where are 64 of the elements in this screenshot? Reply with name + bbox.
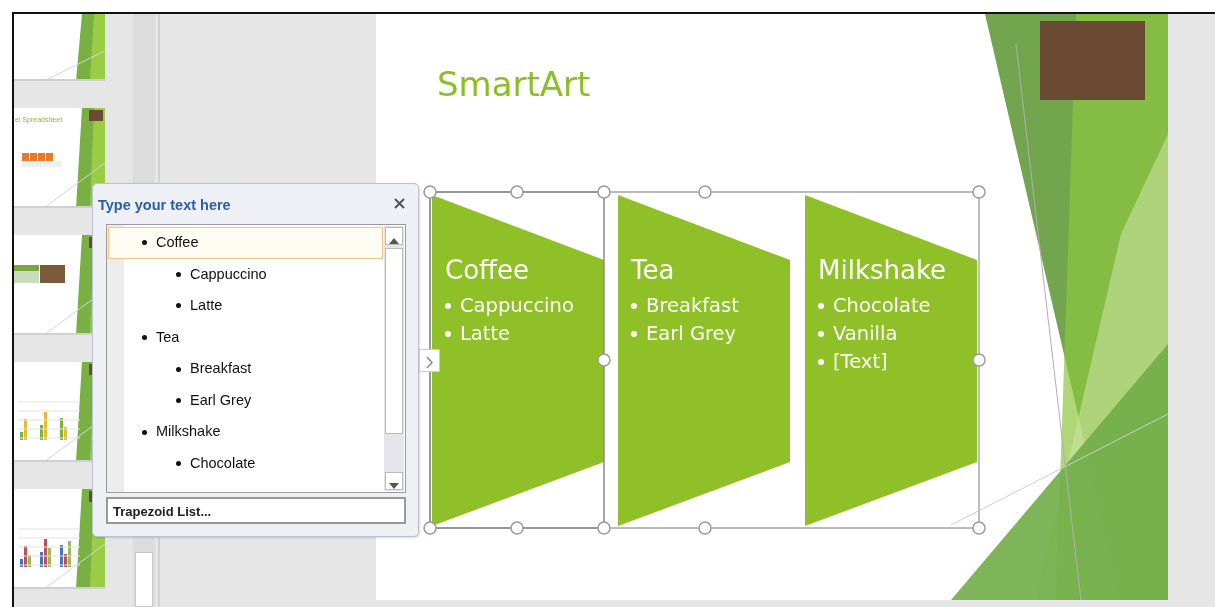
- outline-text: Chocolate: [190, 454, 256, 474]
- outline-item[interactable]: Earl Grey: [108, 384, 383, 417]
- bullet-icon: [142, 240, 147, 246]
- resize-handle[interactable]: [698, 521, 712, 535]
- outline-text: Latte: [190, 296, 223, 316]
- shape-bullet-text: Breakfast: [646, 292, 739, 319]
- outline-item[interactable]: Breakfast: [108, 353, 383, 385]
- trapezoid-shape[interactable]: [618, 195, 790, 526]
- bullet-icon: [631, 302, 637, 309]
- outline-item[interactable]: Chocolate: [108, 448, 383, 480]
- bullet-icon: [818, 358, 824, 365]
- bullet-icon: [445, 330, 451, 337]
- resize-handle[interactable]: [698, 185, 712, 199]
- resize-handle[interactable]: [972, 521, 986, 535]
- scroll-up-button[interactable]: [385, 227, 403, 245]
- outline-text: Cappuccino: [190, 264, 267, 284]
- outline-item[interactable]: Tea: [108, 321, 383, 354]
- outline-item[interactable]: Latte: [108, 290, 383, 322]
- shape-bullet-text: Cappuccino: [460, 292, 574, 319]
- resize-handle[interactable]: [597, 185, 611, 199]
- bullet-icon: [176, 366, 181, 372]
- outline-item[interactable]: Cappuccino: [108, 258, 383, 291]
- outline-text: Milkshake: [156, 422, 221, 442]
- bullet-icon: [176, 303, 181, 309]
- shape-heading: Milkshake: [818, 254, 947, 287]
- outline-text: Coffee: [156, 232, 199, 252]
- bullet-icon: [176, 461, 181, 467]
- resize-handle[interactable]: [423, 185, 437, 199]
- bullet-icon: [142, 429, 147, 435]
- scrollbar-thumb[interactable]: [135, 552, 153, 607]
- bullet-icon: [631, 330, 637, 337]
- scrollbar-thumb[interactable]: [385, 248, 403, 434]
- bullet-icon: [818, 302, 824, 309]
- trapezoid-shape[interactable]: [805, 195, 977, 526]
- outline-text: Tea: [156, 327, 180, 347]
- resize-handle[interactable]: [597, 353, 611, 367]
- resize-handle[interactable]: [972, 185, 986, 199]
- shape-heading: Tea: [631, 254, 676, 287]
- slide-title: SmartArt: [437, 64, 591, 105]
- slide-thumbnail[interactable]: [14, 14, 105, 81]
- scroll-down-button[interactable]: [385, 472, 403, 490]
- resize-handle[interactable]: [597, 521, 611, 535]
- outline-item[interactable]: Coffee: [108, 227, 383, 259]
- outline-item[interactable]: Milkshake: [108, 416, 383, 449]
- shape-bullet-text: Earl Grey: [646, 320, 737, 347]
- bullet-icon: [445, 302, 451, 309]
- expand-text-pane-button[interactable]: [419, 349, 440, 372]
- resize-handle[interactable]: [972, 353, 986, 367]
- resize-handle[interactable]: [510, 185, 524, 199]
- bullet-icon: [176, 398, 181, 404]
- shape-bullet-text: Latte: [460, 320, 511, 347]
- shape-bullet-text: Chocolate: [833, 292, 931, 319]
- bullet-icon: [176, 271, 181, 277]
- resize-handle[interactable]: [423, 521, 437, 535]
- close-icon: [393, 197, 406, 210]
- shape-bullet-text: Vanilla: [833, 320, 898, 347]
- bullet-icon: [142, 335, 147, 341]
- shape-bullet-text: [Text]: [833, 348, 888, 375]
- resize-handle[interactable]: [510, 521, 524, 535]
- outline-text: Breakfast: [190, 359, 252, 379]
- layout-name-field[interactable]: Trapezoid List...: [106, 497, 406, 524]
- shape-heading: Coffee: [445, 254, 530, 287]
- outline-text: Earl Grey: [190, 390, 252, 410]
- bullet-icon: [818, 330, 824, 337]
